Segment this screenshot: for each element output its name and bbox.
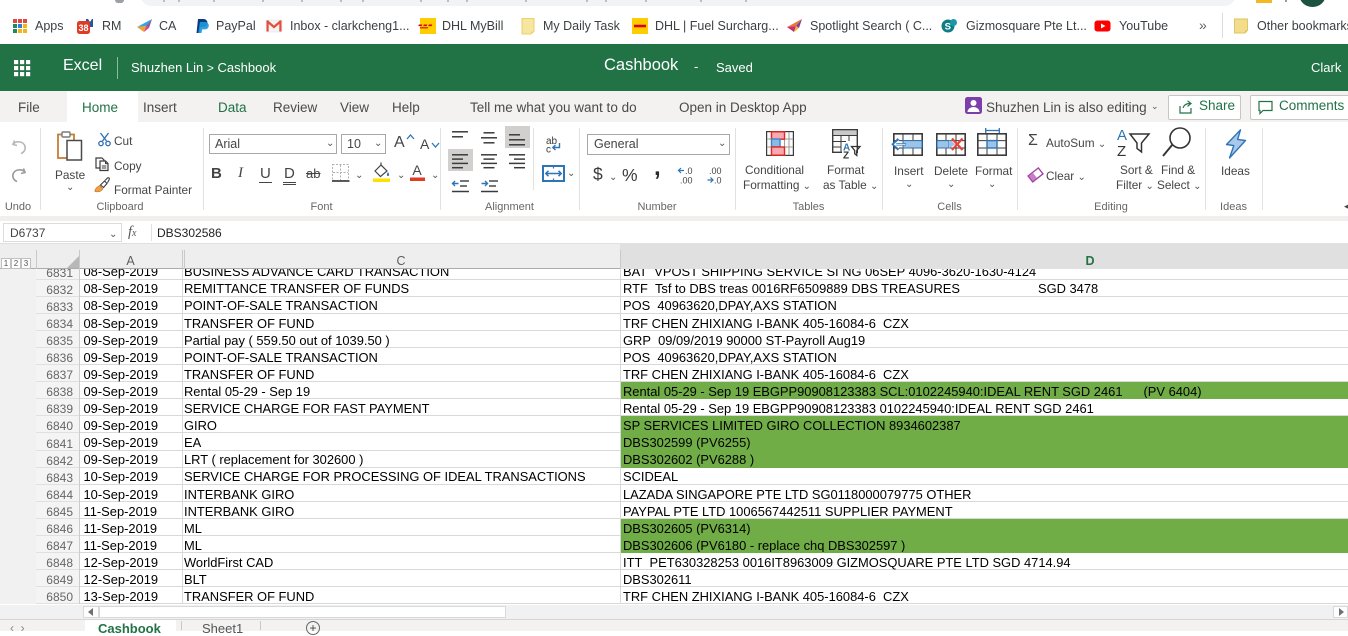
- svg-text:.00: .00: [680, 176, 693, 186]
- svg-text:c: c: [546, 145, 551, 156]
- svg-text:S: S: [945, 21, 951, 32]
- svg-text:Z: Z: [843, 151, 849, 162]
- svg-text:A: A: [412, 162, 422, 178]
- svg-text:Z: Z: [1117, 143, 1126, 160]
- svg-text:A: A: [1117, 127, 1127, 144]
- svg-text:.0: .0: [714, 176, 722, 186]
- svg-text:.0: .0: [685, 166, 693, 176]
- svg-text:38: 38: [78, 23, 88, 33]
- svg-text:.00: .00: [709, 166, 722, 176]
